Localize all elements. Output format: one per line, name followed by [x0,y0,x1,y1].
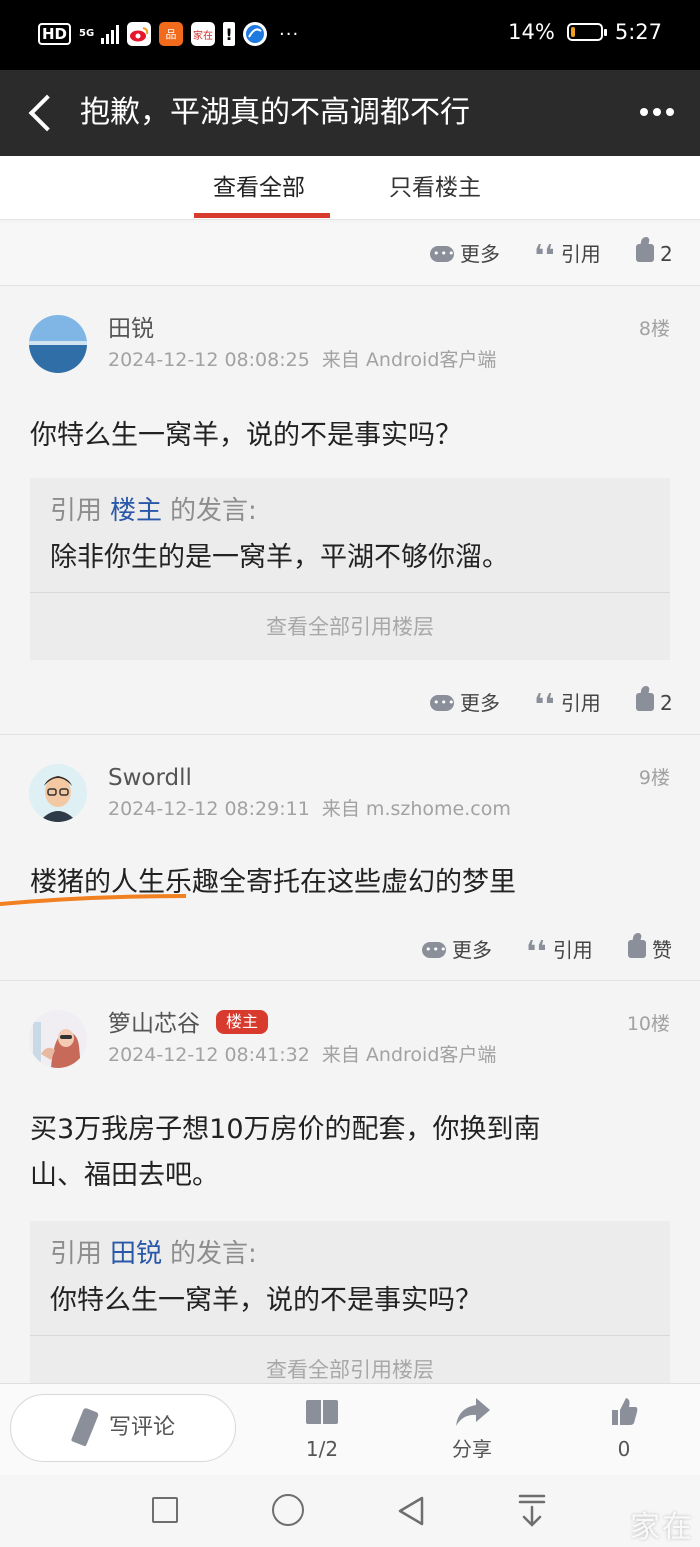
post-meta: 2024-12-12 08:08:25 来自 Android客户端 [108,349,497,371]
avatar[interactable] [29,764,87,822]
thumbs-up-icon [628,940,646,958]
view-all-quotes-button[interactable]: 查看全部引用楼层 [30,592,670,660]
signal-icon [101,24,120,44]
system-nav-bar [0,1475,700,1547]
quote-icon: ❛❛ [526,935,547,970]
divider [0,980,700,981]
jiazai-icon: 家在 [191,22,216,46]
browser-icon [243,22,268,46]
quote-header: 引用 楼主 的发言: [50,496,257,526]
home-icon[interactable] [272,1494,304,1526]
more-options-icon[interactable] [640,100,680,124]
quote-header: 引用 田锐 的发言: [50,1239,257,1269]
divider [0,734,700,735]
floor-number: 8楼 [638,318,670,340]
clock: 5:27 [614,20,662,44]
bottom-toolbar: 写评论 1/2 分享 0 [0,1383,700,1475]
quote-button[interactable]: ❛❛ 引用 [534,239,601,274]
more-button[interactable]: 更多 [430,690,500,716]
view-all-quotes-button[interactable]: 查看全部引用楼层 [30,1335,670,1383]
thumbs-up-icon [636,244,654,262]
back-arrow-icon[interactable] [22,90,62,136]
more-button[interactable]: 更多 [430,241,500,267]
title-bar: 抱歉，平湖真的不高调都不行 [0,70,700,156]
like-button[interactable]: 赞 [628,937,672,963]
orange-underline-annotation [0,894,186,906]
more-button[interactable]: 更多 [422,937,492,963]
watermark-logo: 家在 [630,1510,694,1545]
floor-number: 9楼 [638,767,670,789]
book-icon [306,1400,338,1426]
page-title: 抱歉，平湖真的不高调都不行 [80,95,470,130]
username[interactable]: Swordll [108,763,192,793]
comment-more-icon [422,937,447,963]
battery-icon [566,23,607,41]
share-icon [456,1398,490,1426]
tab-op-only[interactable]: 只看楼主 [389,173,481,203]
quote-button[interactable]: ❛❛ 引用 [526,935,593,970]
thumbs-up-icon [636,693,654,711]
more-notifications-icon: ··· [279,23,300,45]
post-actions-9: 更多 ❛❛引用 赞 [0,919,700,981]
quote-box: 引用 楼主 的发言: 除非你生的是一窝羊，平湖不够你溜。 查看全部引用楼层 [30,478,670,660]
status-bar: HD 5G 品 家在 ! ··· 14% 5:27 [0,0,700,70]
back-triangle-icon[interactable] [396,1495,426,1527]
quote-icon: ❛❛ [534,239,555,274]
like-button[interactable]: 2 [636,241,673,267]
network-indicator: 5G [79,28,95,39]
comment-more-icon [430,241,455,267]
post-content: 买3万我房子想10万房价的配套，你换到南 山、福田去吧。 [30,1114,541,1191]
recent-apps-icon[interactable] [152,1497,178,1523]
op-badge: 楼主 [216,1010,269,1034]
avatar[interactable] [29,315,87,373]
post-actions-prev: 更多 ❛❛引用 2 [0,223,700,285]
weibo-icon [127,22,152,46]
tab-bar: 查看全部 只看楼主 [0,156,700,220]
quote-box: 引用 田锐 的发言: 你特么生一窝羊，说的不是事实吗？ 查看全部引用楼层 [30,1221,670,1383]
post-actions-8: 更多 ❛❛引用 2 [0,672,700,734]
divider [0,285,700,286]
username[interactable]: 箩山芯谷 [108,1009,200,1039]
tab-view-all[interactable]: 查看全部 [213,173,305,203]
floor-number: 10楼 [626,1013,670,1035]
quote-text: 除非你生的是一窝羊，平湖不够你溜。 [50,542,509,573]
active-tab-indicator [194,213,330,218]
post-meta: 2024-12-12 08:41:32 来自 Android客户端 [108,1044,497,1066]
thumbs-up-icon [612,1398,638,1425]
comment-more-icon [430,690,455,716]
post-meta: 2024-12-12 08:29:11 来自 m.szhome.com [108,798,511,820]
pen-icon [70,1407,100,1447]
quote-icon: ❛❛ [534,688,555,723]
quote-button[interactable]: ❛❛ 引用 [534,688,601,723]
alert-icon: ! [223,22,236,46]
quote-text: 你特么生一窝羊，说的不是事实吗？ [50,1285,482,1316]
app-orange-icon: 品 [159,22,184,46]
quoted-user[interactable]: 田锐 [110,1239,162,1269]
post-content: 你特么生一窝羊，说的不是事实吗？ [30,420,462,451]
write-comment-button[interactable]: 写评论 [10,1394,236,1462]
battery-percent: 14% [508,20,555,44]
notification-pull-icon[interactable] [518,1493,546,1527]
quoted-user[interactable]: 楼主 [110,496,162,526]
like-button[interactable]: 2 [636,690,673,716]
username[interactable]: 田锐 [108,314,154,344]
hd-indicator: HD [38,23,72,45]
avatar[interactable] [29,1010,87,1068]
